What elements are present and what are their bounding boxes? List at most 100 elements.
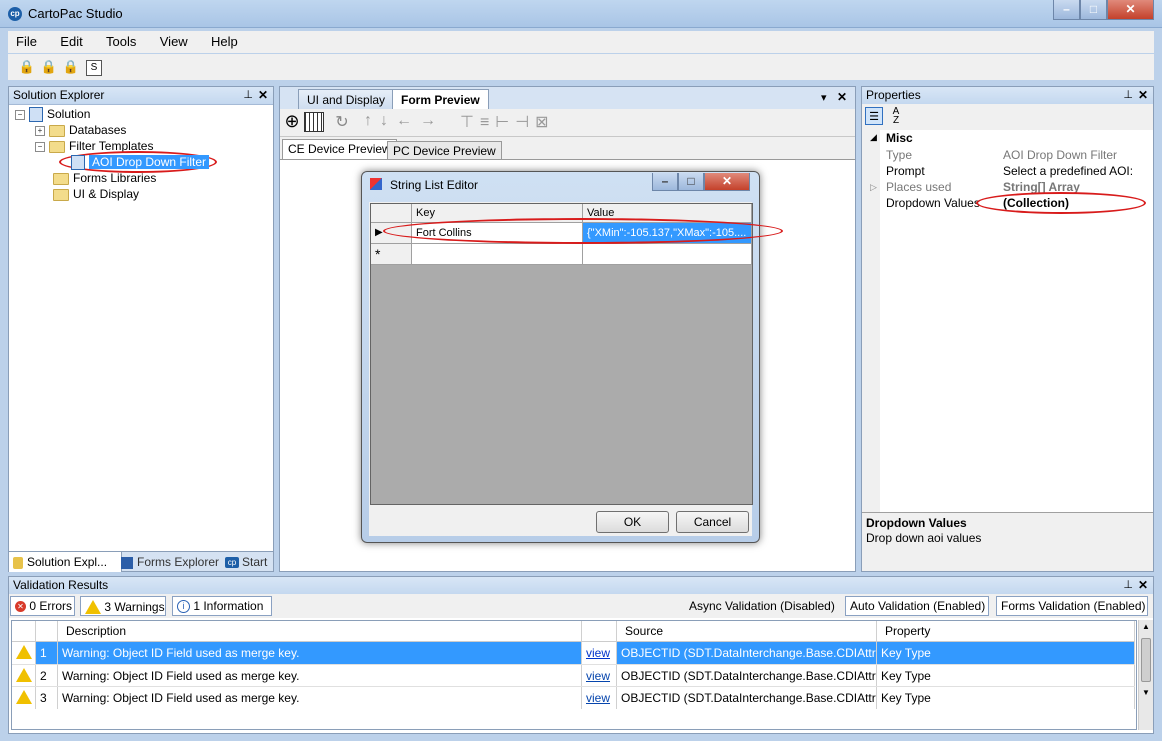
sort-alpha-icon[interactable]: AZ [887,107,905,126]
tree-item-forms-libraries[interactable]: Forms Libraries [53,170,156,186]
errors-filter-button[interactable]: ✕ 0 Errors [10,596,75,616]
properties-toolbar: ☰ AZ [862,104,1153,130]
highlight-ring [383,218,783,244]
validation-title: Validation Results [13,578,109,592]
property-value: Select a predefined AOI: [1003,164,1134,178]
connect-db-icon[interactable]: 🔒 [18,58,36,76]
dialog-minimize-button[interactable]: – [652,173,678,191]
grid-new-cell-value[interactable] [583,244,752,265]
property-name: Prompt [886,164,925,178]
close-panel-icon[interactable]: ✕ [1138,577,1148,594]
dialog-maximize-button[interactable]: □ [678,173,704,191]
solution-explorer-header: Solution Explorer ⊥ ✕ [9,87,273,105]
property-row-prompt[interactable]: Prompt Select a predefined AOI: [886,163,1150,179]
scroll-down-icon[interactable]: ▼ [1140,688,1152,700]
collapse-category-icon[interactable]: ◢ [870,132,877,143]
auto-validation-button[interactable]: Auto Validation (Enabled) [845,596,989,616]
header-property[interactable]: Property [877,621,1135,641]
close-panel-icon[interactable]: ✕ [258,87,268,104]
scroll-up-icon[interactable]: ▲ [1140,622,1152,634]
string-list-grid: Key Value ▶ Fort Collins {"XMin":-105.13… [370,203,753,505]
main-toolbar: 🔒 🔒 🔒 S [8,54,1154,80]
tab-solution-explorer[interactable]: Solution Expl... [9,552,122,572]
async-validation-status[interactable]: Async Validation (Disabled) [689,599,835,613]
title-bar[interactable]: cp CartoPac Studio – □ ✕ [0,0,1162,28]
row-description: Warning: Object ID Field used as merge k… [58,687,582,709]
menu-view[interactable]: View [152,31,196,52]
sync-db-icon[interactable]: 🔒 [62,58,80,76]
tab-ui-and-display[interactable]: UI and Display [298,89,395,110]
cancel-button[interactable]: Cancel [676,511,749,533]
tab-ce-device-preview[interactable]: CE Device Preview [282,139,397,160]
forms-validation-button[interactable]: Forms Validation (Enabled) [996,596,1148,616]
validation-grid: Description Source Property 1 Warning: O… [11,620,1137,730]
tree-label: Databases [69,123,127,137]
crosshair-icon[interactable]: ⊕ [282,112,302,132]
row-property: Key Type [877,642,1135,664]
menu-help[interactable]: Help [203,31,246,52]
minimize-button[interactable]: – [1053,0,1080,20]
view-link[interactable]: view [582,687,617,709]
dialog-close-button[interactable]: ✕ [704,173,750,191]
menu-file[interactable]: File [8,31,45,52]
scrollbar-thumb[interactable] [1141,638,1151,682]
tree-root[interactable]: − Solution [15,106,90,123]
alignment-tools-icon[interactable]: ⊤≡⊢⊣⊠ [460,112,555,132]
expand-property-icon[interactable]: ▷ [870,182,877,193]
view-link[interactable]: view [582,665,617,687]
validation-row[interactable]: 3 Warning: Object ID Field used as merge… [12,686,1135,709]
view-link-text[interactable]: view [586,669,610,683]
info-icon: i [177,600,190,614]
collapse-icon[interactable]: − [35,141,45,152]
tree-item-ui-display[interactable]: UI & Display [53,186,139,202]
pin-icon[interactable]: ⊥ [243,87,253,104]
view-link-text[interactable]: view [586,691,610,705]
upload-db-icon[interactable]: 🔒 [40,58,58,76]
maximize-button[interactable]: □ [1080,0,1107,20]
close-window-button[interactable]: ✕ [1107,0,1154,20]
property-row-type[interactable]: Type AOI Drop Down Filter [886,147,1150,163]
category-misc: Misc [886,131,913,145]
app-logo-icon: cp [8,7,22,21]
header-source[interactable]: Source [617,621,877,641]
properties-header: Properties ⊥ ✕ [862,87,1153,105]
document-tabs: UI and Display Form Preview ▾ ✕ [280,87,855,110]
solution-icon [29,107,43,123]
warnings-filter-button[interactable]: 3 Warnings [80,596,166,616]
validation-row[interactable]: 1 Warning: Object ID Field used as merge… [12,642,1135,664]
tab-forms-explorer[interactable]: Forms Explorer [117,552,225,572]
menu-tools[interactable]: Tools [98,31,144,52]
property-grid: ◢ Misc Type AOI Drop Down Filter Prompt … [862,130,1153,512]
property-value: AOI Drop Down Filter [1003,148,1118,162]
tab-form-preview[interactable]: Form Preview [392,89,489,110]
collapse-icon[interactable]: − [15,109,25,120]
arrow-tools-icon[interactable]: ↑↓←→ [364,112,444,130]
tree-item-aoi-drop-down-filter[interactable]: AOI Drop Down Filter [71,154,210,171]
property-description: Dropdown Values Drop down aoi values [862,512,1153,571]
property-name: Type [886,148,913,162]
menu-edit[interactable]: Edit [52,31,90,52]
header-description[interactable]: Description [58,621,582,641]
close-panel-icon[interactable]: ✕ [1138,87,1148,104]
pin-icon[interactable]: ⊥ [1123,577,1133,594]
grid-icon[interactable] [304,112,324,132]
row-number: 2 [36,665,58,687]
row-source: OBJECTID (SDT.DataInterchange.Base.CDIAt… [617,642,877,664]
view-link[interactable]: view [582,642,617,664]
close-tab-icon[interactable]: ✕ [837,90,847,104]
new-row-marker[interactable]: * [371,244,412,265]
expand-icon[interactable]: + [35,125,45,136]
pin-icon[interactable]: ⊥ [1123,87,1133,104]
view-link-text[interactable]: view [586,646,610,660]
tree-item-databases[interactable]: + Databases [35,122,126,138]
validation-row[interactable]: 2 Warning: Object ID Field used as merge… [12,664,1135,687]
categorized-icon[interactable]: ☰ [865,107,883,125]
tab-dropdown-icon[interactable]: ▾ [821,91,827,104]
script-icon[interactable]: S [86,60,102,76]
grid-new-cell-key[interactable] [412,244,583,265]
information-filter-button[interactable]: i 1 Information [172,596,272,616]
refresh-icon[interactable]: ↻ [332,112,352,132]
ok-button[interactable]: OK [596,511,669,533]
tab-start[interactable]: cp Start [221,552,277,572]
vertical-scrollbar[interactable]: ▲ ▼ [1138,620,1153,730]
